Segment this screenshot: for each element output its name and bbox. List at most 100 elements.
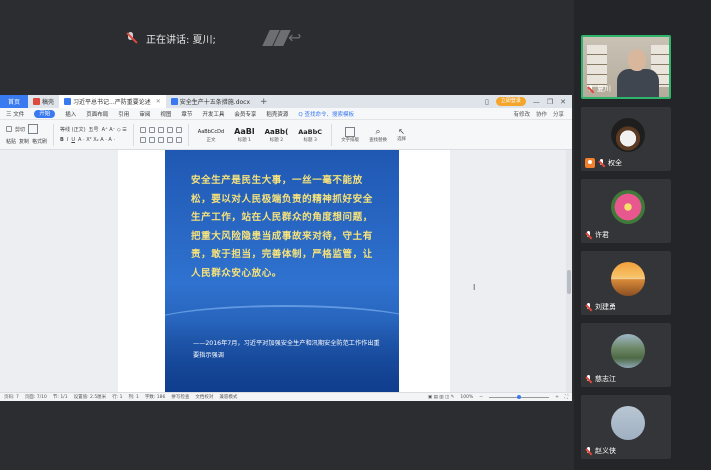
mic-muted-icon: [585, 446, 592, 456]
bold-icon[interactable]: B: [60, 137, 64, 143]
participant-name: 赵义侠: [585, 446, 616, 456]
menu-reference[interactable]: 引用: [118, 110, 129, 118]
menu-member[interactable]: 会员专享: [234, 110, 256, 118]
align-right-icon[interactable]: [157, 136, 164, 143]
paste-button[interactable]: 粘贴: [6, 138, 16, 145]
pink-flower-avatar: [611, 190, 645, 224]
align-center-icon[interactable]: [148, 136, 155, 143]
underline-icon[interactable]: U: [71, 137, 75, 143]
tab-home[interactable]: 首页: [0, 95, 28, 108]
menu-layout[interactable]: 页面布局: [86, 110, 108, 118]
host-badge-icon: [585, 158, 595, 168]
command-search[interactable]: Q 查找命令、搜索模板: [298, 110, 354, 118]
status-words[interactable]: 字数: 186: [145, 394, 166, 400]
select-button[interactable]: ↖ 选择: [394, 127, 409, 142]
ribbon-toolbar: 剪切 粘贴 复制 格式刷 等线 (正文) 五号 A⁺ A⁻ ◇ ☰ BIUA · X² …: [0, 120, 572, 150]
participant-tile[interactable]: 慈志江: [581, 323, 671, 387]
participant-name: 慈志江: [585, 374, 616, 384]
font-grow-icon[interactable]: A⁺ A⁻ ◇ ☰: [102, 127, 127, 133]
status-line: 行: 1: [112, 395, 123, 400]
search-icon: ⌕: [375, 126, 381, 137]
status-doc-check[interactable]: 文档校对: [195, 394, 213, 400]
text-layout-button[interactable]: 文字排版: [338, 126, 362, 143]
zoom-slider[interactable]: [489, 394, 550, 399]
show-marks-icon[interactable]: [175, 126, 182, 133]
paragraph-group: [139, 126, 182, 143]
numbered-list-icon[interactable]: [148, 126, 155, 133]
find-replace-button[interactable]: ⌕ 查找替换: [366, 127, 390, 143]
bullet-list-icon[interactable]: [139, 126, 146, 133]
participant-name: 刘建勇: [585, 302, 616, 312]
participant-name: 许君: [585, 230, 609, 240]
menu-start[interactable]: 开始: [34, 109, 56, 118]
status-spell[interactable]: 拼写检查: [171, 394, 189, 400]
style-sample: AaBbC: [298, 127, 323, 136]
zoom-in-icon[interactable]: +: [555, 395, 559, 400]
share-button[interactable]: 分享: [553, 110, 564, 118]
tab-document-2[interactable]: 安全生产十五条措施.docx: [166, 95, 255, 108]
close-window-icon[interactable]: ✕: [560, 98, 566, 106]
cut-icon[interactable]: [6, 126, 12, 132]
menu-chapter[interactable]: 章节: [181, 110, 192, 118]
find-replace-label: 查找替换: [369, 137, 388, 143]
scrollbar-thumb[interactable]: [567, 270, 571, 294]
status-position: 设置值: 2.5厘米: [73, 395, 107, 400]
participant-tile[interactable]: 许君: [581, 179, 671, 243]
participant-tile[interactable]: 夏川: [581, 35, 671, 99]
menu-bar: 三 文件 开始 插入 页面布局 引用 审阅 视图 章节 开发工具 会员专享 稻壳…: [0, 108, 572, 120]
collaborate-button[interactable]: 协作: [536, 110, 547, 118]
align-left-icon[interactable]: [139, 136, 146, 143]
menu-developer[interactable]: 开发工具: [202, 110, 224, 118]
format-painter-button[interactable]: 格式刷: [32, 138, 47, 145]
restore-icon[interactable]: ❐: [547, 98, 553, 106]
zoom-level[interactable]: 100%: [460, 395, 473, 400]
menu-review[interactable]: 审阅: [139, 110, 150, 118]
status-pages[interactable]: 页面: 7/10: [25, 394, 47, 400]
tab-docer[interactable]: 稿壳: [28, 95, 59, 108]
font-size-select[interactable]: 五号: [89, 126, 99, 133]
fit-icon[interactable]: ⛶: [565, 394, 572, 400]
menu-insert[interactable]: 插入: [65, 110, 76, 118]
close-icon[interactable]: ✕: [156, 98, 161, 105]
style-heading-2[interactable]: AaBb(标题 2: [262, 127, 292, 143]
style-name: 标题 2: [269, 137, 284, 143]
mountain-stream-avatar: [611, 334, 645, 368]
new-tab-button[interactable]: +: [255, 95, 273, 108]
cut-button[interactable]: 剪切: [15, 126, 25, 133]
participant-tile[interactable]: 赵义侠: [581, 395, 671, 459]
participant-tile[interactable]: 刘建勇: [581, 251, 671, 315]
status-bar: 页码: 7 页面: 7/10 节: 1/1 设置值: 2.5厘米 行: 1 列:…: [0, 392, 572, 401]
view-mode-icons[interactable]: ▣ ▤ ▥ ◫ ✎: [428, 395, 455, 400]
sort-icon[interactable]: [166, 126, 173, 133]
participant-name-text: 赵义侠: [595, 447, 616, 455]
vertical-scrollbar[interactable]: [566, 150, 572, 392]
tab-label: 安全生产十五条措施.docx: [179, 99, 251, 106]
participant-tile[interactable]: 权全: [581, 107, 671, 171]
login-button[interactable]: 立即登录: [495, 97, 526, 106]
style-normal[interactable]: AaBbCcDd 正文: [195, 127, 227, 143]
quote-text: 安全生产是民生大事，一丝一毫不能放松，要以对人民极端负责的精神抓好安全生产工作，…: [191, 175, 373, 279]
paste-icon[interactable]: [28, 124, 39, 134]
zoom-out-icon[interactable]: −: [479, 395, 483, 400]
menu-file[interactable]: 三 文件: [6, 110, 24, 118]
modified-status[interactable]: 有修改: [513, 110, 530, 118]
menu-view[interactable]: 视图: [160, 110, 171, 118]
text-layout-icon: [345, 126, 356, 137]
indent-icon[interactable]: [157, 126, 164, 133]
quote-attribution: ——2016年7月，习近平对加强安全生产和汛期安全防范工作作出重要指示强调: [193, 340, 380, 359]
font-name-select[interactable]: 等线 (正文): [60, 126, 86, 133]
justify-icon[interactable]: [166, 136, 173, 143]
copy-button[interactable]: 复制: [19, 138, 29, 145]
tab-document-active[interactable]: 习近平总书记...严防重要论述 ✕: [59, 95, 166, 108]
italic-icon[interactable]: I: [67, 137, 68, 143]
menu-docer[interactable]: 稻壳资源: [266, 110, 288, 118]
style-heading-3[interactable]: AaBbC 标题 3: [295, 127, 325, 143]
layout-icon[interactable]: ▯: [485, 98, 489, 106]
line-spacing-icon[interactable]: [175, 136, 182, 143]
style-heading-1[interactable]: AaBl 标题 1: [231, 127, 257, 143]
font-format-icons[interactable]: A · X² X₂ A · A ·: [78, 137, 115, 143]
clipboard-group: 剪切 粘贴 复制 格式刷: [6, 124, 47, 145]
tab-label: 稿壳: [42, 99, 55, 106]
mic-muted-icon: [124, 31, 138, 45]
minimize-icon[interactable]: —: [533, 98, 540, 106]
